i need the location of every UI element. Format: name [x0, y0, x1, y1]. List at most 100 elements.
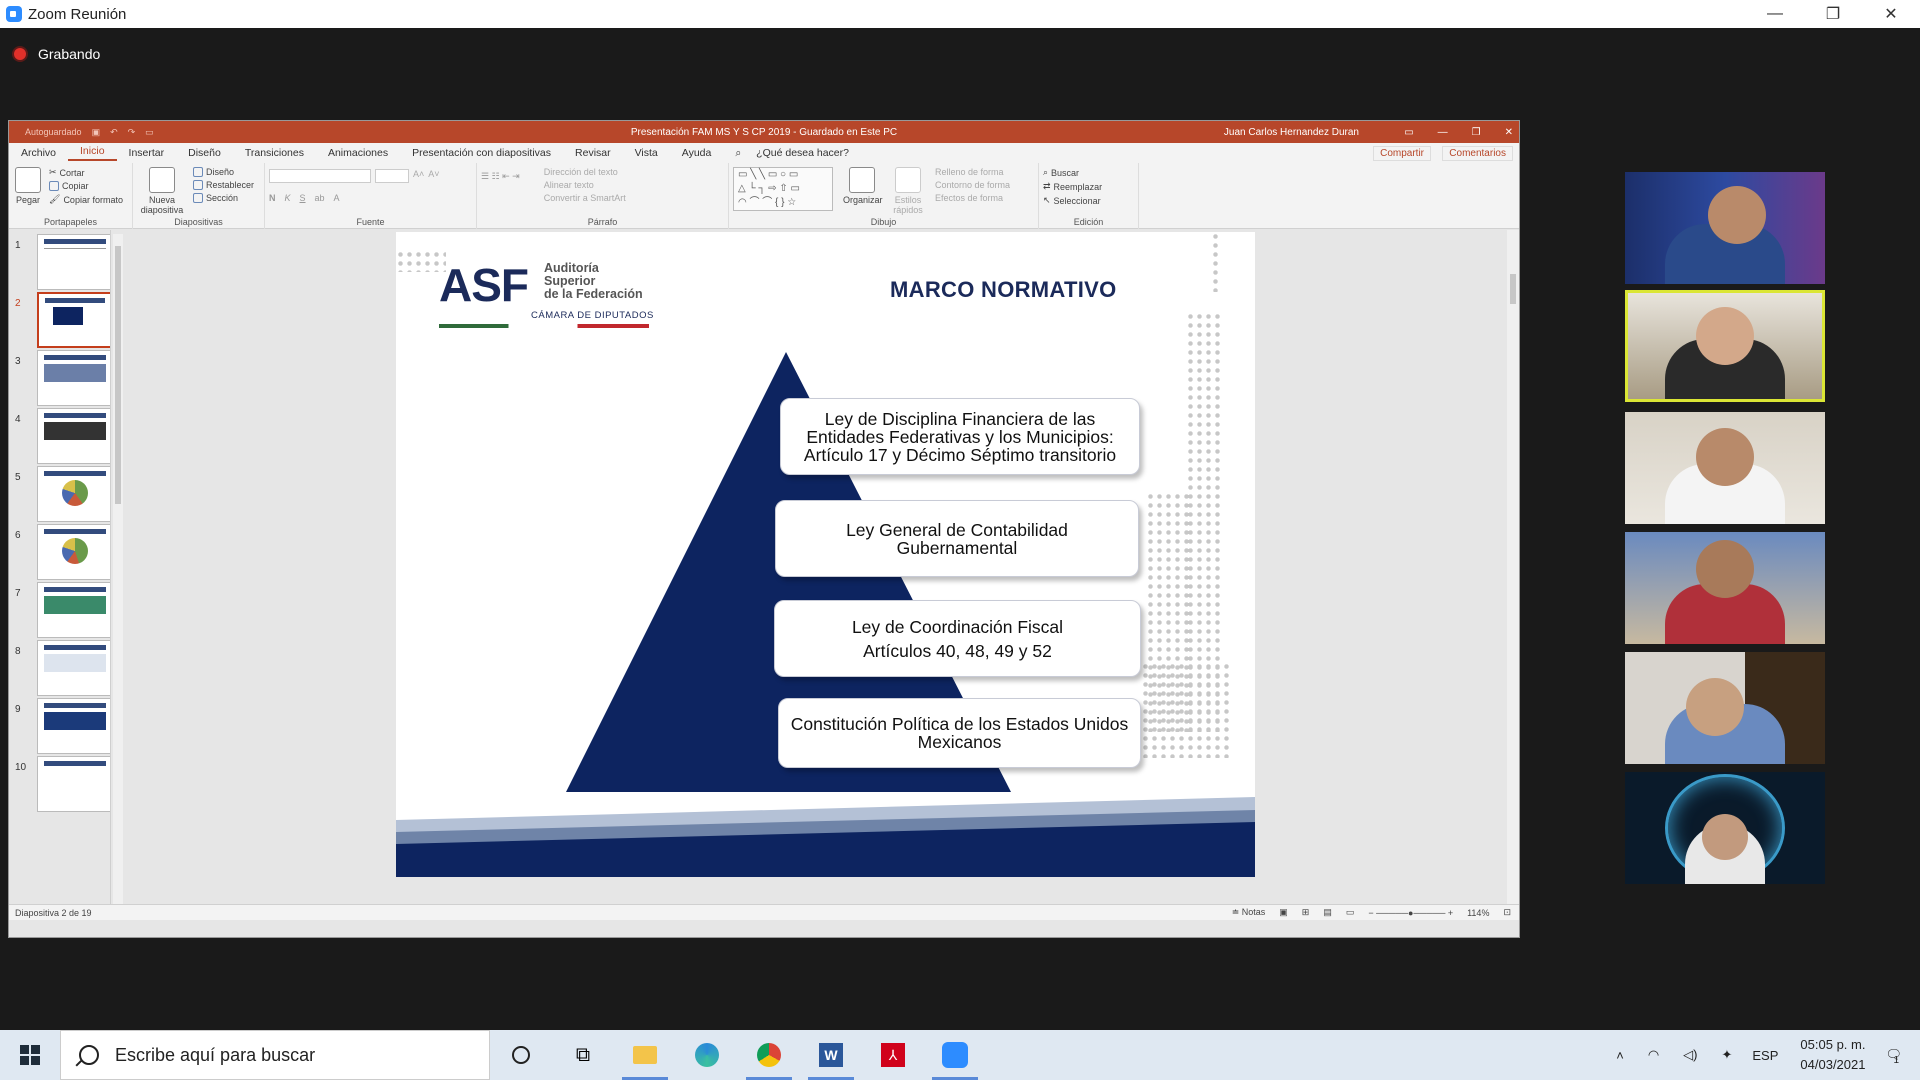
smartart-button[interactable]: Convertir a SmartArt [544, 193, 626, 203]
slide-scrollbar[interactable] [1507, 230, 1519, 910]
tab-presentacion[interactable]: Presentación con diapositivas [400, 147, 563, 159]
align-text-button[interactable]: Alinear texto [544, 180, 626, 190]
participant-video-active-speaker[interactable] [1625, 290, 1825, 402]
taskbar-chrome[interactable] [738, 1030, 800, 1080]
start-button[interactable] [0, 1030, 60, 1080]
thumbnail-slide-4[interactable] [37, 408, 110, 464]
slideshow-icon[interactable]: ▭ [1346, 907, 1355, 918]
zoom-slider[interactable]: − ─────●───── + [1368, 908, 1453, 918]
section-button[interactable]: Sección [193, 193, 254, 203]
font-size-combo[interactable] [375, 169, 409, 183]
font-grow-icon[interactable]: A˄ [413, 169, 424, 183]
share-button[interactable]: Compartir [1373, 145, 1431, 161]
recording-indicator[interactable]: Grabando [14, 46, 100, 62]
thumbnail-slide-1[interactable] [37, 234, 110, 290]
tab-transiciones[interactable]: Transiciones [233, 147, 316, 159]
sorter-view-icon[interactable]: ⊞ [1302, 907, 1310, 918]
thumbnail-slide-5[interactable] [37, 466, 110, 522]
taskbar-zoom[interactable] [924, 1030, 986, 1080]
normal-view-icon[interactable]: ▣ [1279, 907, 1288, 918]
thumbnail-slide-10[interactable] [37, 756, 110, 812]
thumbnail-slide-6[interactable] [37, 524, 110, 580]
undo-icon[interactable]: ↶ [110, 127, 118, 138]
shape-outline-button[interactable]: Contorno de forma [935, 180, 1010, 190]
save-icon[interactable]: ▣ [92, 127, 101, 138]
shape-fill-button[interactable]: Relleno de forma [935, 167, 1010, 177]
text-direction-button[interactable]: Dirección del texto [544, 167, 626, 177]
comments-button[interactable]: Comentarios [1442, 145, 1513, 161]
tab-inicio[interactable]: Inicio [68, 145, 117, 161]
tab-animaciones[interactable]: Animaciones [316, 147, 400, 159]
thumbnail-slide-2[interactable] [37, 292, 110, 348]
ribbon-display-icon[interactable]: ▭ [1404, 127, 1413, 138]
close-button[interactable]: ✕ [1862, 0, 1920, 28]
minimize-button[interactable]: — [1746, 0, 1804, 28]
strike-icon[interactable]: ab [315, 193, 325, 203]
participant-video-3[interactable] [1625, 412, 1825, 524]
notes-button[interactable]: ≐ Notas [1232, 907, 1266, 918]
thumbnail-slide-7[interactable] [37, 582, 110, 638]
thumbnail-slide-3[interactable] [37, 350, 110, 406]
participant-video-4[interactable] [1625, 532, 1825, 644]
tab-archivo[interactable]: Archivo [9, 147, 68, 159]
participant-video-1[interactable] [1625, 172, 1825, 284]
tab-revisar[interactable]: Revisar [563, 147, 623, 159]
taskbar-edge[interactable] [676, 1030, 738, 1080]
cut-button[interactable]: ✂ Cortar [49, 167, 123, 178]
clock[interactable]: 05:05 p. m. 04/03/2021 [1800, 1035, 1865, 1075]
font-color-icon[interactable]: A [334, 193, 340, 203]
shapes-gallery[interactable]: ▭ ╲ ╲ ▭ ○ ▭ △ └ ┐ ⇨ ⇧ ▭ ◠ ⌒ ⌒ { } ☆ [733, 167, 833, 211]
participant-video-6[interactable] [1625, 772, 1825, 884]
quick-styles-icon[interactable] [895, 167, 921, 193]
arrange-icon[interactable] [849, 167, 875, 193]
cortana-button[interactable] [490, 1030, 552, 1080]
notifications-button[interactable]: 🗨 1 [1885, 1047, 1902, 1066]
tab-diseno[interactable]: Diseño [176, 147, 233, 159]
reading-view-icon[interactable]: ▤ [1323, 907, 1332, 918]
find-button[interactable]: ⌕ Buscar [1043, 167, 1134, 178]
font-name-combo[interactable] [269, 169, 371, 183]
paste-icon[interactable] [15, 167, 41, 193]
underline-icon[interactable]: S [300, 193, 306, 203]
thumbnail-slide-9[interactable] [37, 698, 110, 754]
reset-button[interactable]: Restablecer [193, 180, 254, 190]
layout-button[interactable]: Diseño [193, 167, 254, 177]
autosave-toggle[interactable]: Autoguardado [25, 127, 82, 137]
shape-effects-button[interactable]: Efectos de forma [935, 193, 1010, 203]
participant-video-5[interactable] [1625, 652, 1825, 764]
tell-me-search[interactable]: ⌕ ¿Qué desea hacer? [723, 147, 873, 160]
new-slide-icon[interactable] [149, 167, 175, 193]
restore-button[interactable]: ❐ [1804, 0, 1862, 28]
language-indicator[interactable]: ESP [1752, 1048, 1778, 1063]
pp-close-button[interactable]: ✕ [1505, 127, 1513, 138]
thumbnails-scrollbar[interactable] [113, 234, 123, 904]
fit-slide-icon[interactable]: ⊡ [1503, 907, 1511, 918]
pp-restore-button[interactable]: ❐ [1472, 127, 1481, 138]
zoom-level[interactable]: 114% [1467, 908, 1489, 918]
taskbar-search[interactable]: Escribe aquí para buscar [60, 1030, 490, 1080]
dropbox-icon[interactable]: ✦ [1721, 1047, 1732, 1063]
wifi-icon[interactable]: ◠ [1648, 1047, 1659, 1063]
thumbnail-slide-8[interactable] [37, 640, 110, 696]
volume-icon[interactable]: ◁) [1683, 1047, 1697, 1063]
font-shrink-icon[interactable]: A˅ [428, 169, 439, 183]
bullets-icon[interactable]: ☰ ☷ ⇤ ⇥ [481, 171, 520, 206]
tab-vista[interactable]: Vista [623, 147, 670, 159]
italic-icon[interactable]: K [285, 193, 291, 203]
taskbar-word[interactable]: W [800, 1030, 862, 1080]
copy-button[interactable]: Copiar [49, 181, 123, 191]
tab-insertar[interactable]: Insertar [117, 147, 177, 159]
replace-button[interactable]: ⇄ Reemplazar [1043, 181, 1134, 192]
present-icon[interactable]: ▭ [145, 127, 154, 138]
task-view-button[interactable]: ⧉ [552, 1030, 614, 1080]
taskbar-acrobat[interactable]: ⅄ [862, 1030, 924, 1080]
format-painter-button[interactable]: 🖌 Copiar formato [49, 194, 123, 205]
select-button[interactable]: ↖ Seleccionar [1043, 195, 1134, 206]
tab-ayuda[interactable]: Ayuda [670, 147, 724, 159]
chevron-up-icon[interactable]: ˄ [1616, 1048, 1624, 1063]
bold-icon[interactable]: N [269, 193, 276, 203]
taskbar-file-explorer[interactable] [614, 1030, 676, 1080]
redo-icon[interactable]: ↷ [128, 127, 136, 138]
pp-minimize-button[interactable]: — [1438, 127, 1448, 138]
pp-user-name[interactable]: Juan Carlos Hernandez Duran [1224, 127, 1359, 138]
